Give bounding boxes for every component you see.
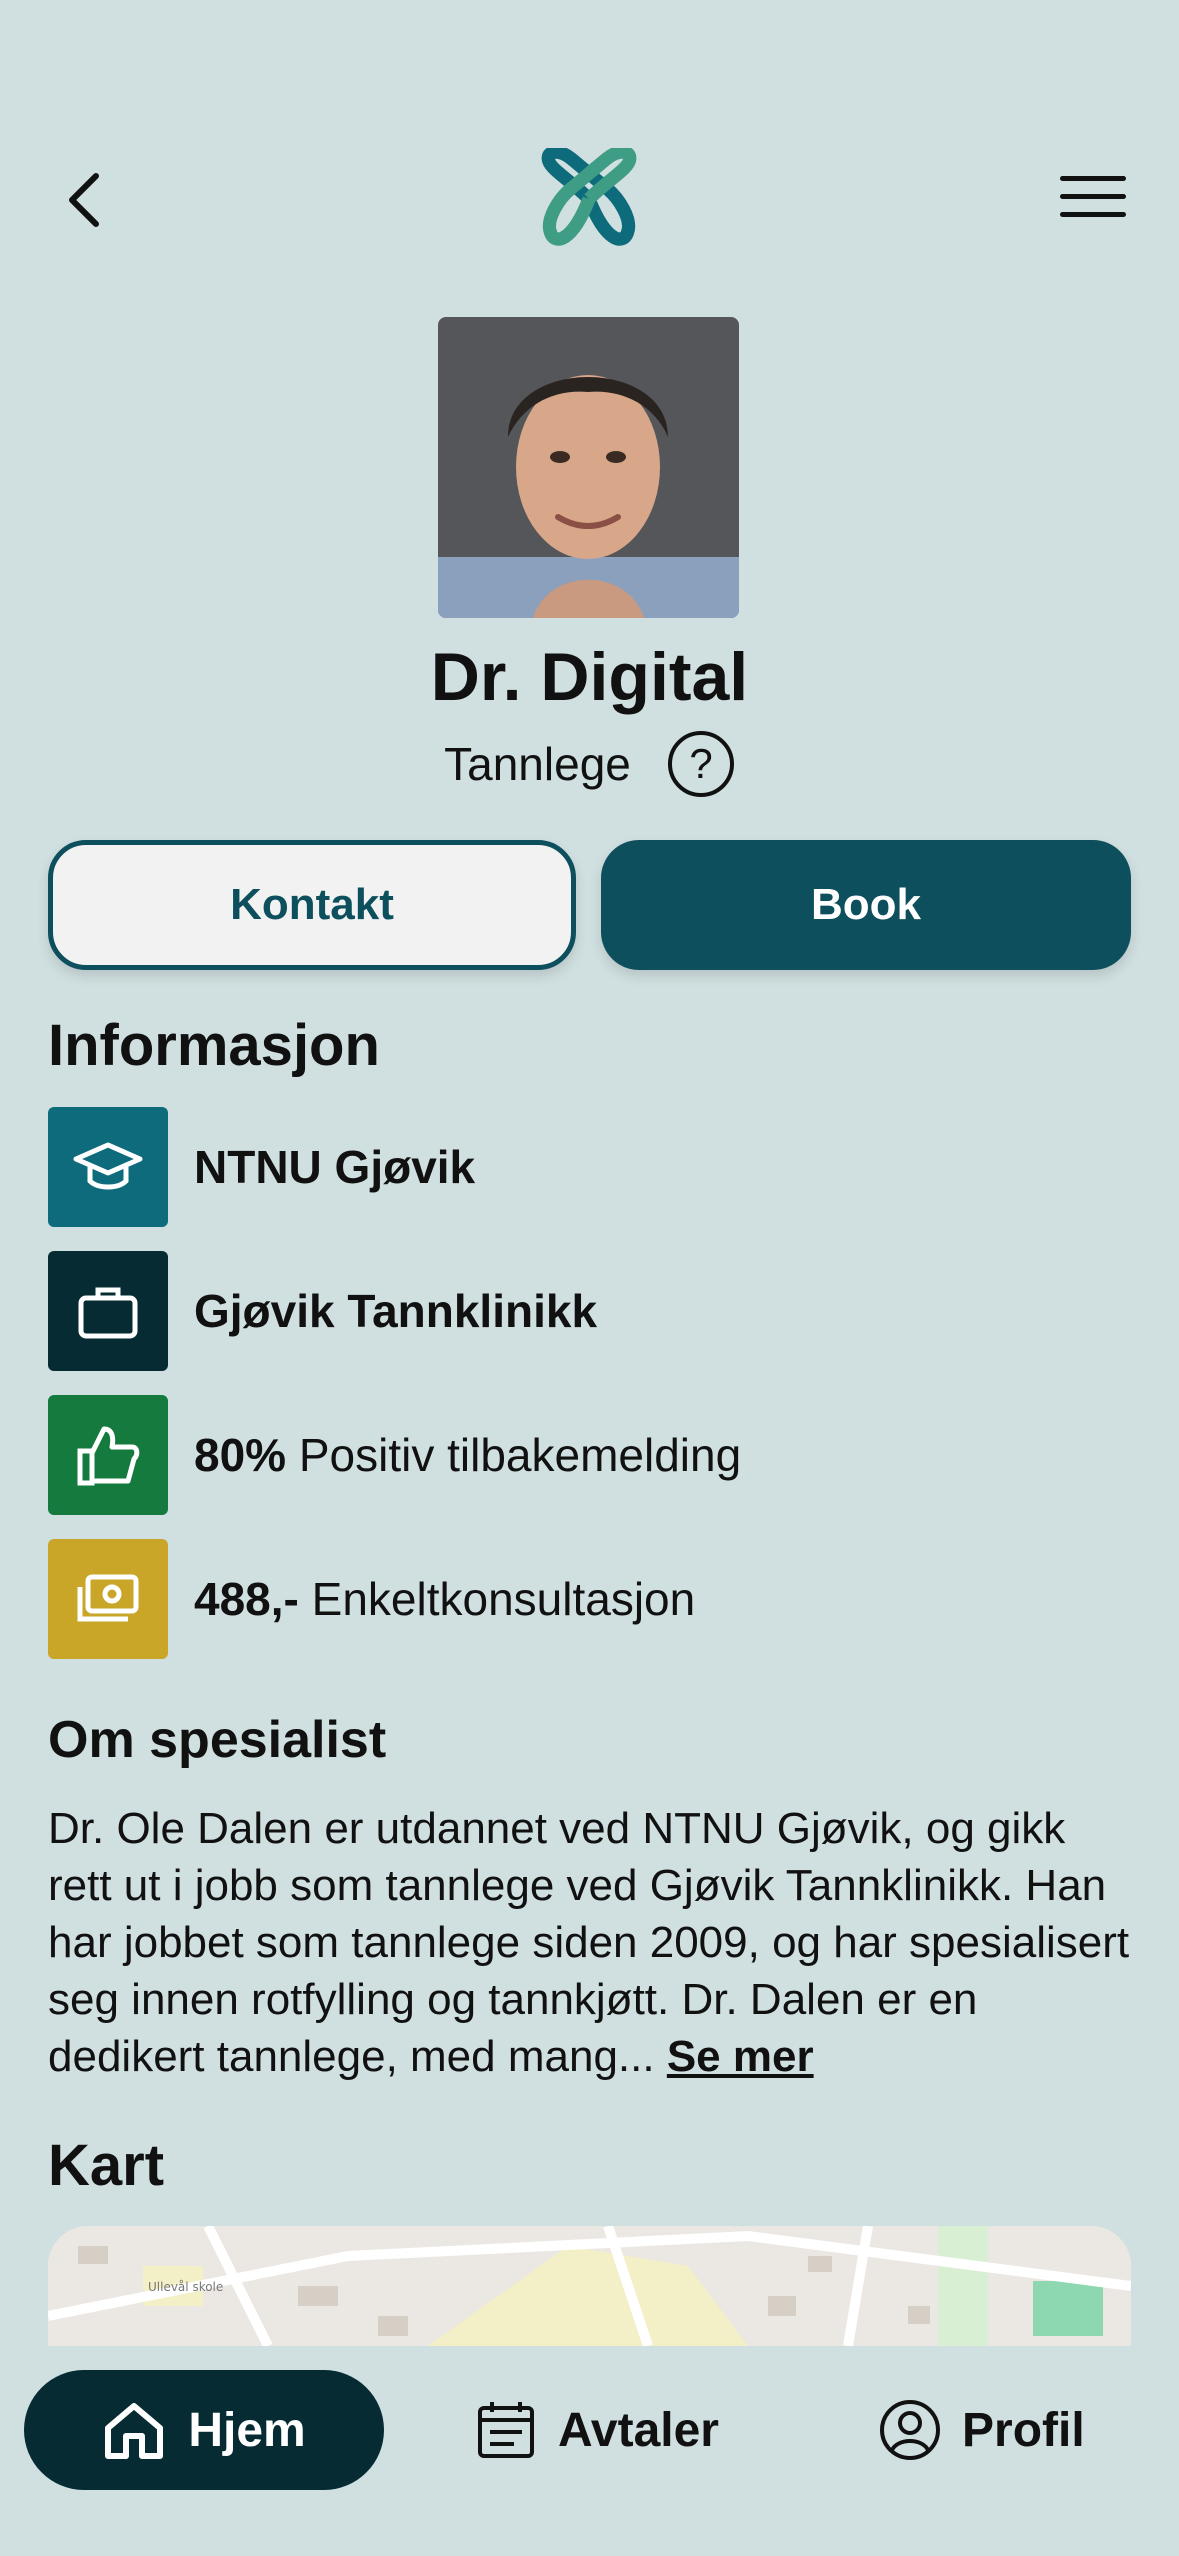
price-value: 488,- — [194, 1573, 299, 1625]
info-workplace-text: Gjøvik Tannklinikk — [194, 1285, 598, 1337]
map-label: Ullevål skole — [148, 2280, 223, 2294]
hamburger-line — [1060, 212, 1126, 217]
user-circle-icon — [880, 2400, 940, 2460]
graduation-cap-icon — [48, 1107, 168, 1227]
book-button[interactable]: Book — [601, 840, 1131, 970]
thumbs-up-icon — [48, 1395, 168, 1515]
nav-home[interactable]: Hjem — [24, 2370, 384, 2490]
about-heading: Om spesialist — [48, 1711, 387, 1769]
info-item-workplace: Gjøvik Tannklinikk — [48, 1251, 597, 1371]
info-item-price: 488,- Enkeltkonsultasjon — [48, 1539, 695, 1659]
chevron-left-icon — [69, 173, 99, 227]
nav-home-label: Hjem — [188, 2403, 306, 2457]
medical-cross-logo-icon — [541, 145, 637, 246]
info-item-feedback: 80% Positiv tilbakemelding — [48, 1395, 741, 1515]
back-button[interactable] — [58, 160, 118, 240]
nav-appointments[interactable]: Avtaler — [474, 2370, 719, 2490]
question-circle-icon[interactable]: ? — [667, 730, 735, 798]
nav-profile-label: Profil — [962, 2403, 1085, 2457]
svg-text:?: ? — [689, 740, 712, 787]
about-text-block: Dr. Ole Dalen er utdannet ved NTNU Gjøvi… — [48, 1800, 1138, 2085]
hamburger-line — [1060, 194, 1126, 199]
calendar-icon — [478, 2402, 534, 2458]
price-label: Enkeltkonsultasjon — [298, 1573, 696, 1625]
info-heading: Informasjon — [48, 1013, 380, 1078]
info-item-education: NTNU Gjøvik — [48, 1107, 475, 1227]
nav-appointments-label: Avtaler — [558, 2403, 719, 2457]
hamburger-menu-icon — [1060, 176, 1126, 181]
map-view[interactable]: Ullevål skole — [48, 2226, 1131, 2346]
doctor-role: Tannlege — [444, 738, 631, 790]
menu-button[interactable] — [1060, 172, 1130, 222]
feedback-label: Positiv tilbakemelding — [286, 1429, 742, 1481]
see-more-link[interactable]: Se mer — [667, 2032, 814, 2081]
money-icon — [48, 1539, 168, 1659]
doctor-name: Dr. Digital — [430, 639, 749, 715]
doctor-photo — [438, 317, 739, 618]
role-row: Tannlege ? — [0, 730, 1179, 798]
feedback-percent: 80% — [194, 1429, 287, 1481]
map-heading: Kart — [48, 2133, 165, 2198]
info-education-text: NTNU Gjøvik — [194, 1141, 476, 1193]
home-icon — [105, 2403, 164, 2459]
nav-profile[interactable]: Profil — [878, 2370, 1085, 2490]
app-logo — [538, 145, 640, 250]
briefcase-icon — [48, 1251, 168, 1371]
about-text: Dr. Ole Dalen er utdannet ved NTNU Gjøvi… — [48, 1804, 1130, 2081]
contact-button[interactable]: Kontakt — [48, 840, 576, 970]
